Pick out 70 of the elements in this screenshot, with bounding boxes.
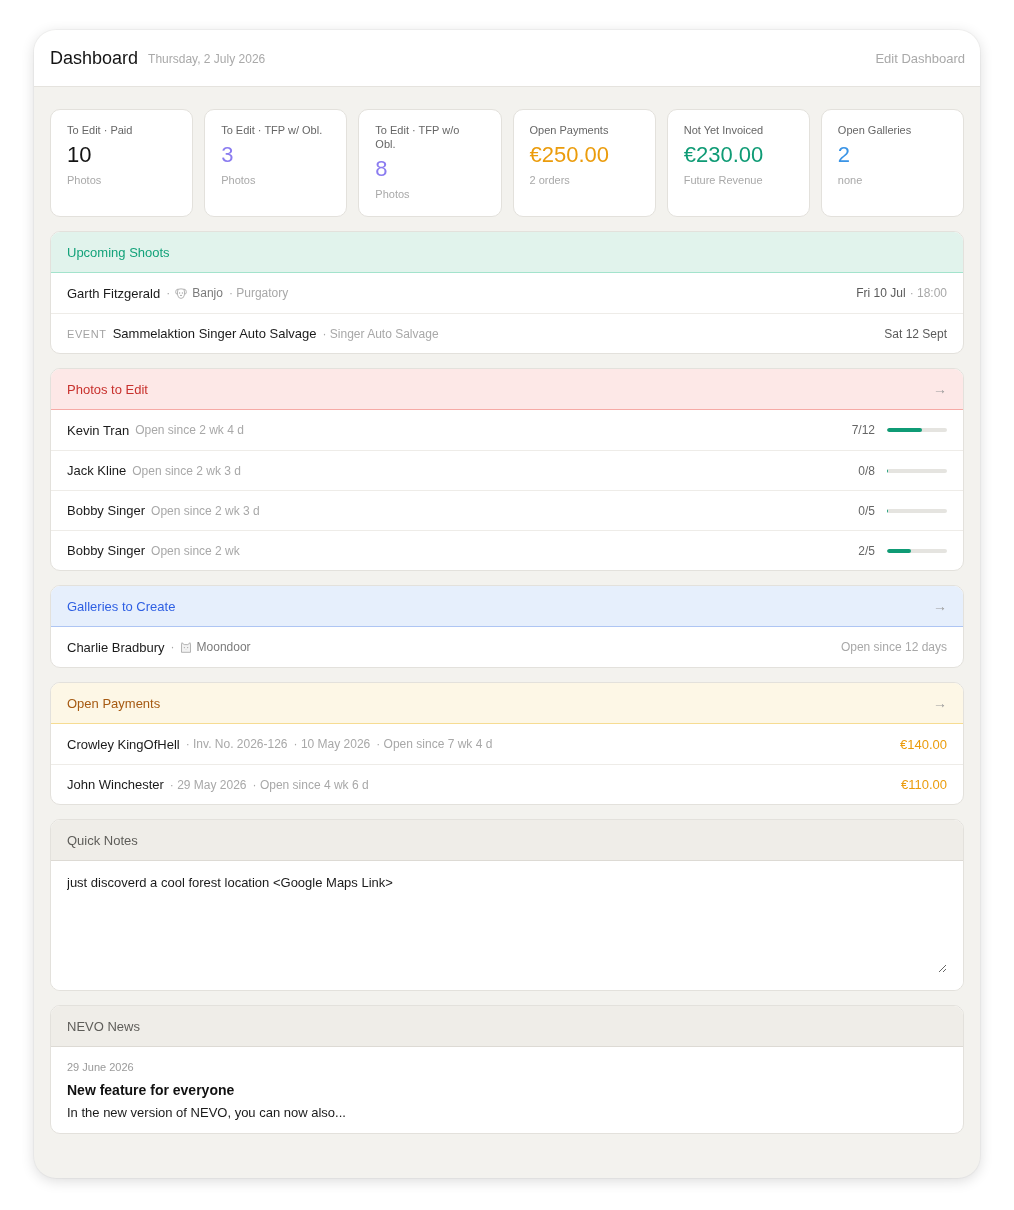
shoot-date: Fri 10 Jul: [856, 286, 906, 300]
shoot-date: Sat 12 Sept: [884, 326, 947, 341]
section-title: Upcoming Shoots: [67, 244, 170, 260]
row-detail: · 10 May 2026: [293, 737, 371, 751]
stat-label: To Edit · Paid: [67, 123, 134, 137]
open-since: Open since 2 wk 4 d: [135, 423, 244, 437]
section-title: Open Payments: [67, 695, 161, 711]
news-text: In the new version of NEVO, you can now also...: [67, 1105, 347, 1121]
client-name: Bobby Singer: [67, 543, 146, 558]
arrow-link[interactable]: →: [933, 598, 947, 614]
stat-label: To Edit · TFP w/o Obl.: [375, 123, 461, 151]
section-title: Quick Notes: [67, 832, 138, 848]
amount: €110.00: [900, 777, 947, 792]
client-name: Charlie Bradbury: [67, 639, 165, 655]
stat-value: €250.00: [529, 141, 611, 169]
stat-value: €230.00: [683, 141, 765, 169]
open-since: Open since 2 wk 3 d: [132, 463, 241, 478]
news-date: 29 June 2026: [67, 1060, 135, 1074]
date-label: Thursday, 2 July 2026: [148, 52, 266, 66]
photo-count: 2/5: [858, 543, 875, 558]
news-title: New feature for everyone: [67, 1081, 236, 1099]
client-name: Crowley KingOfHell: [67, 736, 180, 752]
edit-dashboard-link[interactable]: Edit Dashboard: [875, 50, 965, 66]
arrow-link[interactable]: →: [933, 695, 947, 711]
dog-icon: [175, 287, 188, 299]
open-since: Open since 2 wk: [151, 543, 240, 558]
row-detail: · Purgatory: [228, 286, 289, 300]
client-name: Jack Kline: [67, 463, 127, 478]
stat-label: Open Payments: [529, 123, 610, 137]
stat-caption: Photos: [67, 173, 103, 187]
amount: €140.00: [900, 736, 947, 752]
section-title: Galleries to Create: [67, 598, 176, 614]
client-name: Garth Fitzgerald: [67, 285, 161, 301]
page-title: Dashboard: [50, 47, 139, 69]
cat-icon: [179, 641, 192, 653]
stat-label: To Edit · TFP w/ Obl.: [221, 123, 324, 137]
pet-name: Banjo: [192, 286, 223, 300]
client-name: Kevin Tran: [67, 422, 130, 438]
event-name: Sammelaktion Singer Auto Salvage: [112, 326, 317, 341]
stat-caption: none: [837, 173, 864, 187]
open-since: Open since 12 days: [840, 640, 947, 654]
event-tag: EVENT: [67, 327, 107, 340]
arrow-link[interactable]: →: [933, 381, 947, 397]
section-title: NEVO News: [67, 1018, 140, 1034]
client-name: Bobby Singer: [67, 503, 146, 518]
stat-label: Not Yet Invoiced: [683, 123, 765, 137]
row-detail: · 29 May 2026: [169, 777, 247, 792]
pet-name: Moondoor: [196, 640, 251, 654]
row-detail: · Inv. No. 2026-126: [185, 737, 288, 751]
stat-value: 3: [221, 141, 235, 169]
stat-caption: Photos: [221, 173, 257, 187]
separator: ·: [170, 640, 175, 654]
separator: ·: [166, 286, 171, 300]
photo-count: 7/12: [851, 423, 875, 437]
stat-caption: Photos: [375, 187, 411, 201]
row-detail: · Open since 7 wk 4 d: [376, 737, 493, 751]
photo-count: 0/8: [858, 463, 875, 478]
stat-caption: 2 orders: [529, 173, 571, 187]
row-detail: · Singer Auto Salvage: [322, 326, 439, 341]
stat-value: 8: [375, 155, 389, 183]
stat-label: Open Galleries: [837, 123, 913, 137]
section-title: Photos to Edit: [67, 381, 148, 397]
stat-value: 2: [837, 141, 852, 169]
row-detail: · Open since 4 wk 6 d: [252, 777, 369, 792]
shoot-time: · 18:00: [909, 286, 947, 300]
client-name: John Winchester: [67, 777, 164, 792]
stat-value: 10: [67, 141, 93, 169]
open-since: Open since 2 wk 3 d: [151, 503, 260, 518]
stat-caption: Future Revenue: [683, 173, 764, 187]
photo-count: 0/5: [858, 503, 875, 518]
